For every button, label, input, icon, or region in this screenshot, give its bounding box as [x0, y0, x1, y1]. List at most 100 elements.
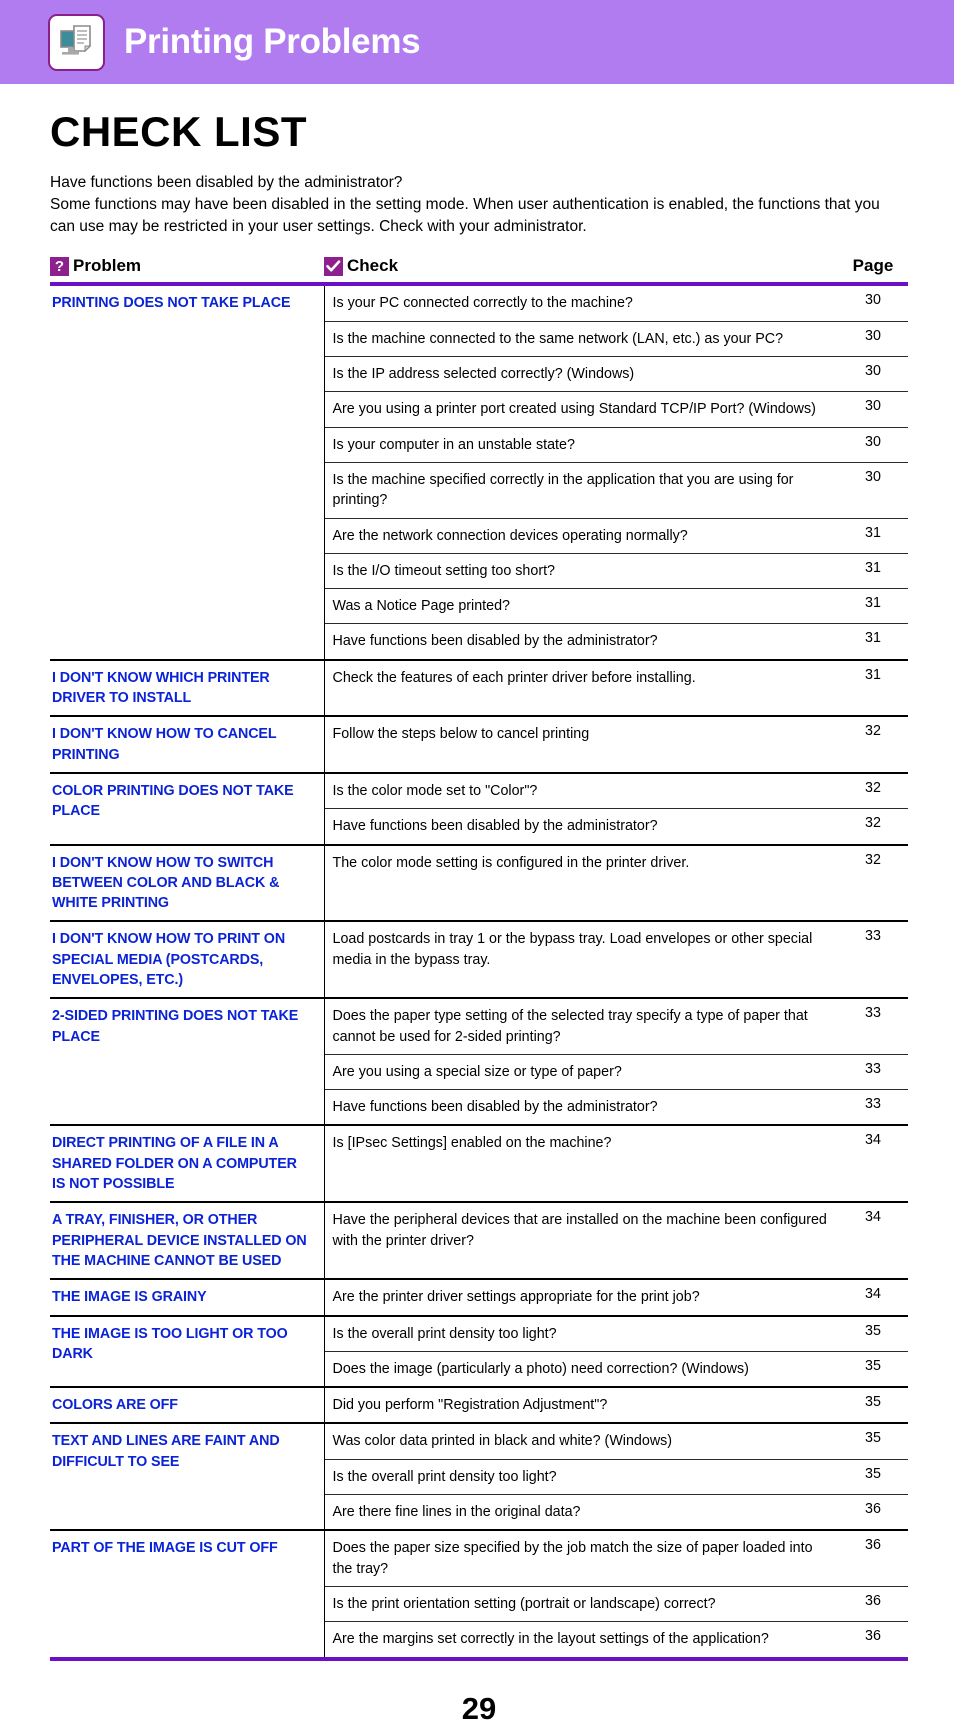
column-header-problem-label: Problem	[73, 256, 142, 276]
question-mark-icon: ?	[50, 256, 69, 276]
page-reference[interactable]: 31	[844, 623, 908, 660]
check-cell: Is your computer in an unstable state?	[323, 426, 844, 463]
problem-cell: I DON'T KNOW HOW TO SWITCH BETWEEN COLOR…	[50, 843, 324, 922]
page-reference[interactable]: 35	[844, 1386, 908, 1424]
column-header-problem: ? Problem	[50, 256, 324, 287]
page-reference[interactable]: 33	[844, 1089, 908, 1126]
check-cell: Check the features of each printer drive…	[323, 658, 844, 717]
problem-cell: I DON'T KNOW HOW TO PRINT ON SPECIAL MED…	[50, 920, 324, 999]
problem-cell: COLORS ARE OFF	[50, 1386, 324, 1424]
check-cell: Have the peripheral devices that are ins…	[323, 1201, 844, 1280]
check-cell: Is [IPsec Settings] enabled on the machi…	[323, 1124, 844, 1203]
page-title: CHECK LIST	[50, 108, 307, 155]
page-reference[interactable]: 30	[844, 356, 908, 392]
page-reference[interactable]: 31	[844, 517, 908, 554]
intro-paragraph: Have functions been disabled by the admi…	[50, 172, 906, 238]
check-cell: Have functions been disabled by the admi…	[323, 623, 844, 660]
table-bottom-rule	[50, 1656, 908, 1661]
page-reference[interactable]: 30	[844, 284, 908, 321]
page-reference[interactable]: 35	[844, 1350, 908, 1388]
page-reference[interactable]: 33	[844, 997, 908, 1055]
page-reference[interactable]: 34	[844, 1278, 908, 1316]
page-reference[interactable]: 31	[844, 658, 908, 717]
page-reference[interactable]: 31	[844, 552, 908, 589]
check-cell: Is the color mode set to "Color"?	[323, 771, 844, 809]
check-cell: Was color data printed in black and whit…	[323, 1422, 844, 1460]
check-cell: Does the image (particularly a photo) ne…	[323, 1350, 844, 1388]
check-cell: Have functions been disabled by the admi…	[323, 1089, 844, 1126]
check-cell: Are the printer driver settings appropri…	[323, 1278, 844, 1316]
check-cell: Are you using a special size or type of …	[323, 1053, 844, 1090]
page-reference[interactable]: 32	[844, 771, 908, 809]
problem-cell: I DON'T KNOW HOW TO CANCEL PRINTING	[50, 715, 324, 773]
page-reference[interactable]: 35	[844, 1314, 908, 1352]
page-reference[interactable]: 36	[844, 1529, 908, 1587]
page-reference[interactable]: 36	[844, 1494, 908, 1531]
check-cell: Have functions been disabled by the admi…	[323, 808, 844, 845]
intro-line-1: Have functions been disabled by the admi…	[50, 174, 403, 191]
check-cell: Load postcards in tray 1 or the bypass t…	[323, 920, 844, 999]
check-cell: Did you perform "Registration Adjustment…	[323, 1386, 844, 1424]
table-row: THE IMAGE IS GRAINY Are the printer drive…	[50, 1278, 908, 1316]
problem-cell: PRINTING DOES NOT TAKE PLACE	[52, 295, 291, 312]
check-cell: Are you using a printer port created usi…	[323, 391, 844, 428]
table-row: COLOR PRINTING DOES NOT TAKE PLACE Is the…	[50, 771, 908, 845]
problem-cell: I DON'T KNOW WHICH PRINTER DRIVER TO INS…	[50, 658, 324, 717]
page-banner: Printing Problems	[0, 0, 954, 84]
problem-cell: THE IMAGE IS TOO LIGHT OR TOO DARK	[50, 1314, 324, 1388]
check-cell: Is the machine connected to the same net…	[323, 320, 844, 357]
problem-cell: 2-SIDED PRINTING DOES NOT TAKE PLACE	[50, 997, 324, 1126]
table-row: COLORS ARE OFF Did you perform "Registrat…	[50, 1386, 908, 1424]
page-reference[interactable]: 30	[844, 391, 908, 428]
check-cell: Was a Notice Page printed?	[323, 588, 844, 624]
page-reference[interactable]: 30	[844, 320, 908, 357]
check-cell: Are there fine lines in the original dat…	[323, 1494, 844, 1531]
check-cell: Are the network connection devices opera…	[323, 517, 844, 554]
table-row: I DON'T KNOW HOW TO SWITCH BETWEEN COLOR…	[50, 843, 908, 922]
checklist-table: ? Problem Check Page PRINTING DOES NOT T…	[50, 256, 908, 1657]
check-cell: Is the machine specified correctly in th…	[323, 461, 844, 519]
table-header: ? Problem Check Page	[50, 256, 908, 287]
table-row: 2-SIDED PRINTING DOES NOT TAKE PLACE Does…	[50, 997, 908, 1126]
check-cell: Follow the steps below to cancel printin…	[323, 715, 844, 773]
problem-cell: DIRECT PRINTING OF A FILE IN A SHARED FO…	[50, 1124, 324, 1203]
page-reference[interactable]: 33	[844, 920, 908, 999]
table-row: PART OF THE IMAGE IS CUT OFF Does the pap…	[50, 1529, 908, 1657]
page-body: CHECK LIST Have functions been disabled …	[0, 108, 954, 1727]
check-cell: Does the paper size specified by the job…	[323, 1529, 844, 1587]
check-cell: Is the print orientation setting (portra…	[323, 1585, 844, 1622]
page-reference[interactable]: 30	[844, 426, 908, 463]
check-cell: Is your PC connected correctly to the ma…	[323, 284, 844, 322]
check-cell: Is the I/O timeout setting too short?	[323, 552, 844, 589]
banner-title: Printing Problems	[124, 22, 421, 61]
problem-cell: A TRAY, FINISHER, OR OTHER PERIPHERAL DE…	[50, 1201, 324, 1280]
page-reference[interactable]: 32	[844, 843, 908, 922]
table-row: TEXT AND LINES ARE FAINT AND DIFFICULT T…	[50, 1422, 908, 1531]
page-reference[interactable]: 36	[844, 1621, 908, 1657]
page-number: 29	[461, 1690, 497, 1726]
check-cell: The color mode setting is configured in …	[323, 843, 844, 922]
page-reference[interactable]: 34	[844, 1201, 908, 1280]
page-reference[interactable]: 34	[844, 1124, 908, 1203]
printer-document-icon	[48, 13, 105, 71]
page-reference[interactable]: 33	[844, 1053, 908, 1090]
page-reference[interactable]: 32	[844, 715, 908, 773]
page-reference[interactable]: 30	[844, 461, 908, 519]
problem-cell: COLOR PRINTING DOES NOT TAKE PLACE	[50, 771, 324, 845]
page-reference[interactable]: 35	[844, 1422, 908, 1460]
check-cell: Does the paper type setting of the selec…	[323, 997, 844, 1055]
checkmark-icon	[324, 256, 343, 276]
check-cell: Is the overall print density too light?	[323, 1458, 844, 1495]
page-reference[interactable]: 31	[844, 588, 908, 624]
check-cell: Is the IP address selected correctly? (W…	[323, 356, 844, 392]
intro-line-2: Some functions may have been disabled in…	[50, 196, 880, 236]
page-reference[interactable]: 35	[844, 1458, 908, 1495]
table-row: THE IMAGE IS TOO LIGHT OR TOO DARK Is the…	[50, 1314, 908, 1388]
table-row: I DON'T KNOW WHICH PRINTER DRIVER TO INS…	[50, 658, 908, 717]
problem-cell: THE IMAGE IS GRAINY	[50, 1278, 324, 1316]
page-reference[interactable]: 32	[844, 808, 908, 845]
problem-cell: TEXT AND LINES ARE FAINT AND DIFFICULT T…	[50, 1422, 324, 1531]
table-row: A TRAY, FINISHER, OR OTHER PERIPHERAL DE…	[50, 1201, 908, 1280]
column-header-page: Page	[844, 256, 908, 287]
page-reference[interactable]: 36	[844, 1585, 908, 1622]
